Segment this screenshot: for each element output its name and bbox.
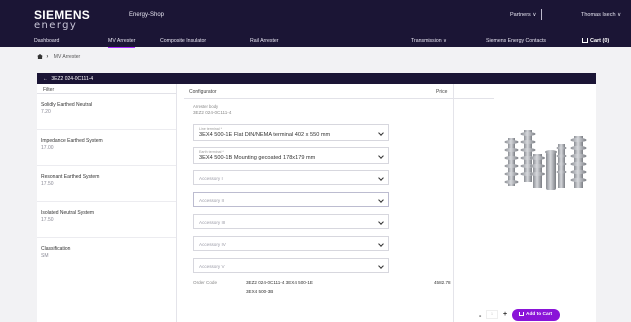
filter-label: Impedance Earthed System: [41, 138, 103, 144]
select-value: 3EX4 500-1B Mounting gecoated 178x179 mm: [199, 155, 316, 161]
add-to-cart-button[interactable]: Add to Cart: [512, 309, 560, 321]
filter-value: SM: [41, 253, 49, 259]
price-value: 4582.78: [434, 280, 451, 285]
select-value: 3EX4 500-1E Flat DIN/NEMA terminal 402 x…: [199, 132, 331, 138]
heading-divider: [184, 98, 494, 99]
filter-label: Resonant Earthed System: [41, 174, 100, 180]
line-terminal-select[interactable]: Line terminal * 3EX4 500-1E Flat DIN/NEM…: [193, 124, 389, 141]
nav-siemens-energy-contacts[interactable]: Siemens Energy Contacts: [486, 38, 546, 44]
filter-item[interactable]: Impedance Earthed System 17.00: [37, 130, 176, 166]
chevron-down-icon: [378, 130, 384, 136]
quantity-increase-button[interactable]: +: [503, 311, 507, 318]
chevron-down-icon: [378, 263, 384, 269]
breadcrumb-current[interactable]: MV Arrester: [54, 54, 80, 60]
product-title-bar: ← 3EZ2 024-0C111-4: [37, 73, 596, 84]
chevron-right-icon: ›: [46, 54, 49, 60]
quantity-decrease-button[interactable]: -: [479, 313, 481, 320]
cart-icon: [582, 38, 588, 43]
accessory-1-select[interactable]: Accessory I: [193, 170, 389, 185]
filter-value: 17.50: [41, 181, 54, 187]
accessory-4-select[interactable]: Accessory IV: [193, 236, 389, 251]
filter-item[interactable]: Resonant Earthed System 17.50: [37, 166, 176, 202]
nav-transmission[interactable]: Transmission ∨: [411, 38, 447, 44]
select-placeholder: Accessory I: [199, 176, 223, 181]
order-code-value: 3EZ2 024-0C111-4 3EX4 500-1E: [246, 280, 313, 285]
select-placeholder: Accessory III: [199, 220, 226, 225]
chevron-down-icon: [378, 175, 384, 181]
select-placeholder: Accessory II: [199, 198, 225, 203]
chevron-down-icon: [378, 197, 384, 203]
price-heading: Price: [436, 89, 448, 95]
order-code-label: Order Code: [193, 280, 218, 285]
filter-item[interactable]: Isolated Neutral System 17.50: [37, 202, 176, 238]
configurator-heading: Configurator: [189, 89, 217, 95]
home-icon[interactable]: [37, 54, 43, 59]
quantity-input[interactable]: 1: [486, 310, 498, 319]
select-label: Line terminal *: [199, 127, 222, 131]
accessory-3-select[interactable]: Accessory III: [193, 214, 389, 229]
breadcrumb: › MV Arrester: [37, 54, 80, 60]
cart-label: Cart (0): [590, 38, 610, 44]
partners-menu[interactable]: Partners ∨: [510, 12, 536, 18]
cart-button[interactable]: Cart (0): [582, 38, 609, 44]
select-label: Earth terminal *: [199, 150, 224, 154]
filter-value: 7.20: [41, 109, 51, 115]
user-menu[interactable]: Thomas Isech ∨: [581, 12, 621, 18]
cart-icon: [519, 312, 524, 316]
nav-rail-arrester[interactable]: Rail Arrester: [250, 38, 279, 44]
nav-composite-insulator[interactable]: Composite Insulator: [160, 38, 206, 44]
filter-item[interactable]: Solidly Earthed Neutral 7.20: [37, 94, 176, 130]
shop-title: Energy-Shop: [129, 12, 165, 18]
select-placeholder: Accessory V: [199, 264, 225, 269]
add-to-cart-label: Add to Cart: [526, 312, 553, 317]
product-title: 3EZ2 024-0C111-4: [51, 76, 94, 82]
price-column: [454, 84, 494, 322]
select-placeholder: Accessory IV: [199, 242, 226, 247]
image-column: [494, 84, 596, 322]
surge-arrester-product-image: [504, 130, 587, 190]
accessory-5-select[interactable]: Accessory V: [193, 258, 389, 273]
header-divider: [541, 9, 542, 20]
siemens-energy-logo[interactable]: SIEMENS energy: [34, 9, 90, 31]
back-arrow-icon[interactable]: ←: [43, 76, 48, 82]
filter-value: 17.50: [41, 217, 54, 223]
arrester-body-value: 3EZ2 024-0C111-4: [193, 110, 232, 115]
filter-label: Classification: [41, 246, 71, 252]
filter-column: Filter Solidly Earthed Neutral 7.20 Impe…: [37, 84, 177, 322]
accessory-2-select[interactable]: Accessory II: [193, 192, 389, 207]
chevron-down-icon: [378, 241, 384, 247]
order-code-value-line2: 3EX4 500-3B: [246, 289, 274, 294]
filter-label: Isolated Neutral System: [41, 210, 95, 216]
top-navigation-bar: SIEMENS energy Energy-Shop Partners ∨ Th…: [0, 0, 631, 48]
earth-terminal-select[interactable]: Earth terminal * 3EX4 500-1B Mounting ge…: [193, 147, 389, 164]
filter-item[interactable]: Classification SM: [37, 238, 176, 274]
nav-mv-arrester[interactable]: MV Arrester: [108, 38, 136, 48]
chevron-down-icon: [378, 219, 384, 225]
filter-label: Solidly Earthed Neutral: [41, 102, 93, 108]
chevron-down-icon: [378, 153, 384, 159]
configurator-panel: Filter Solidly Earthed Neutral 7.20 Impe…: [37, 84, 596, 322]
brand-subname: energy: [34, 20, 78, 31]
nav-dashboard[interactable]: Dashboard: [34, 38, 59, 44]
arrester-body-label: Arrester body: [193, 104, 219, 109]
filter-value: 17.00: [41, 145, 54, 151]
filter-heading: Filter: [37, 84, 176, 94]
